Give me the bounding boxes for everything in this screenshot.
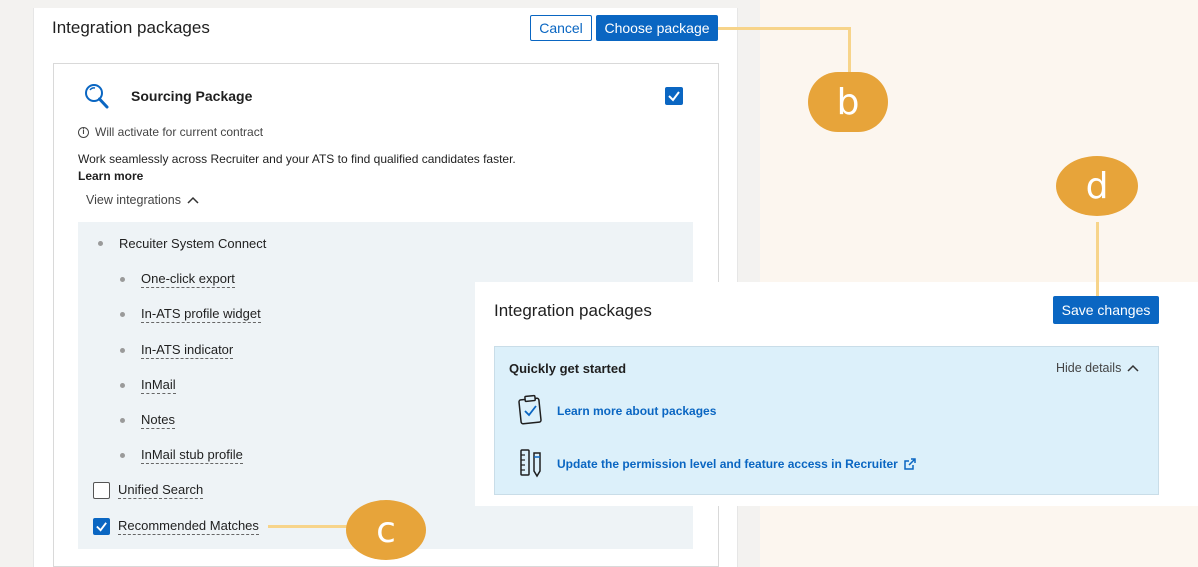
learn-more-packages-link[interactable]: Learn more about packages <box>557 404 716 418</box>
bullet-icon <box>120 453 125 458</box>
package-description: Work seamlessly across Recruiter and you… <box>78 151 528 185</box>
callout-connector <box>848 27 851 73</box>
list-item: One-click export <box>120 271 235 288</box>
bullet-icon <box>98 241 103 246</box>
integration-item-label[interactable]: InMail <box>141 377 176 394</box>
view-integrations-toggle[interactable]: View integrations <box>86 193 199 207</box>
checkmark-icon <box>668 91 680 102</box>
chevron-up-icon <box>187 196 199 204</box>
unified-search-label: Unified Search <box>118 482 204 499</box>
bullet-icon <box>120 312 125 317</box>
list-item: In-ATS profile widget <box>120 306 261 323</box>
callout-connector <box>1096 222 1099 296</box>
package-select-checkbox[interactable] <box>665 87 683 105</box>
chevron-up-icon <box>1127 364 1139 372</box>
clipboard-check-icon <box>517 394 543 431</box>
ruler-pencil-icon <box>518 448 544 483</box>
callout-b: b <box>808 72 888 132</box>
integration-item-label[interactable]: One-click export <box>141 271 235 288</box>
integration-item-label[interactable]: Notes <box>141 412 175 429</box>
save-panel-title: Integration packages <box>494 301 652 320</box>
bullet-icon <box>120 418 125 423</box>
integration-item-label[interactable]: In-ATS profile widget <box>141 306 261 323</box>
quick-start-title: Quickly get started <box>509 361 627 376</box>
hide-details-toggle[interactable]: Hide details <box>1056 361 1139 375</box>
list-item: Recuiter System Connect <box>98 236 266 251</box>
bullet-icon <box>120 383 125 388</box>
description-text: Work seamlessly across Recruiter and you… <box>78 152 516 166</box>
info-icon: i <box>78 126 89 138</box>
package-title: Sourcing Package <box>131 88 253 104</box>
callout-connector <box>268 525 348 528</box>
callout-d: d <box>1056 156 1138 216</box>
save-changes-button[interactable]: Save changes <box>1053 296 1159 324</box>
view-integrations-label: View integrations <box>86 193 181 207</box>
list-item: InMail stub profile <box>120 447 243 464</box>
search-icon <box>82 82 112 112</box>
cancel-button[interactable]: Cancel <box>530 15 592 41</box>
list-item: InMail <box>120 377 176 394</box>
integration-item-label[interactable]: InMail stub profile <box>141 447 243 464</box>
list-item: Notes <box>120 412 175 429</box>
integration-item-label[interactable]: In-ATS indicator <box>141 342 234 359</box>
page-title: Integration packages <box>52 18 210 37</box>
unified-search-option[interactable]: Unified Search <box>93 482 204 499</box>
callout-connector <box>718 27 851 30</box>
update-permissions-link[interactable]: Update the permission level and feature … <box>557 457 916 471</box>
activation-info-text: Will activate for current contract <box>95 125 264 139</box>
recommended-matches-label: Recommended Matches <box>118 518 259 535</box>
bullet-icon <box>120 348 125 353</box>
recommended-matches-checkbox[interactable] <box>93 518 110 535</box>
system-connect-label: Recuiter System Connect <box>119 236 267 251</box>
hide-details-label: Hide details <box>1056 361 1122 375</box>
callout-c: c <box>346 500 426 560</box>
activation-info: i Will activate for current contract <box>78 125 263 139</box>
checkmark-icon <box>96 522 107 532</box>
choose-package-button[interactable]: Choose package <box>596 15 718 41</box>
learn-more-link[interactable]: Learn more <box>78 169 143 183</box>
bullet-icon <box>120 277 125 282</box>
recommended-matches-option[interactable]: Recommended Matches <box>93 518 259 535</box>
list-item: In-ATS indicator <box>120 342 234 359</box>
external-link-icon <box>904 458 916 470</box>
update-permissions-label: Update the permission level and feature … <box>557 457 898 471</box>
unified-search-checkbox[interactable] <box>93 482 110 499</box>
